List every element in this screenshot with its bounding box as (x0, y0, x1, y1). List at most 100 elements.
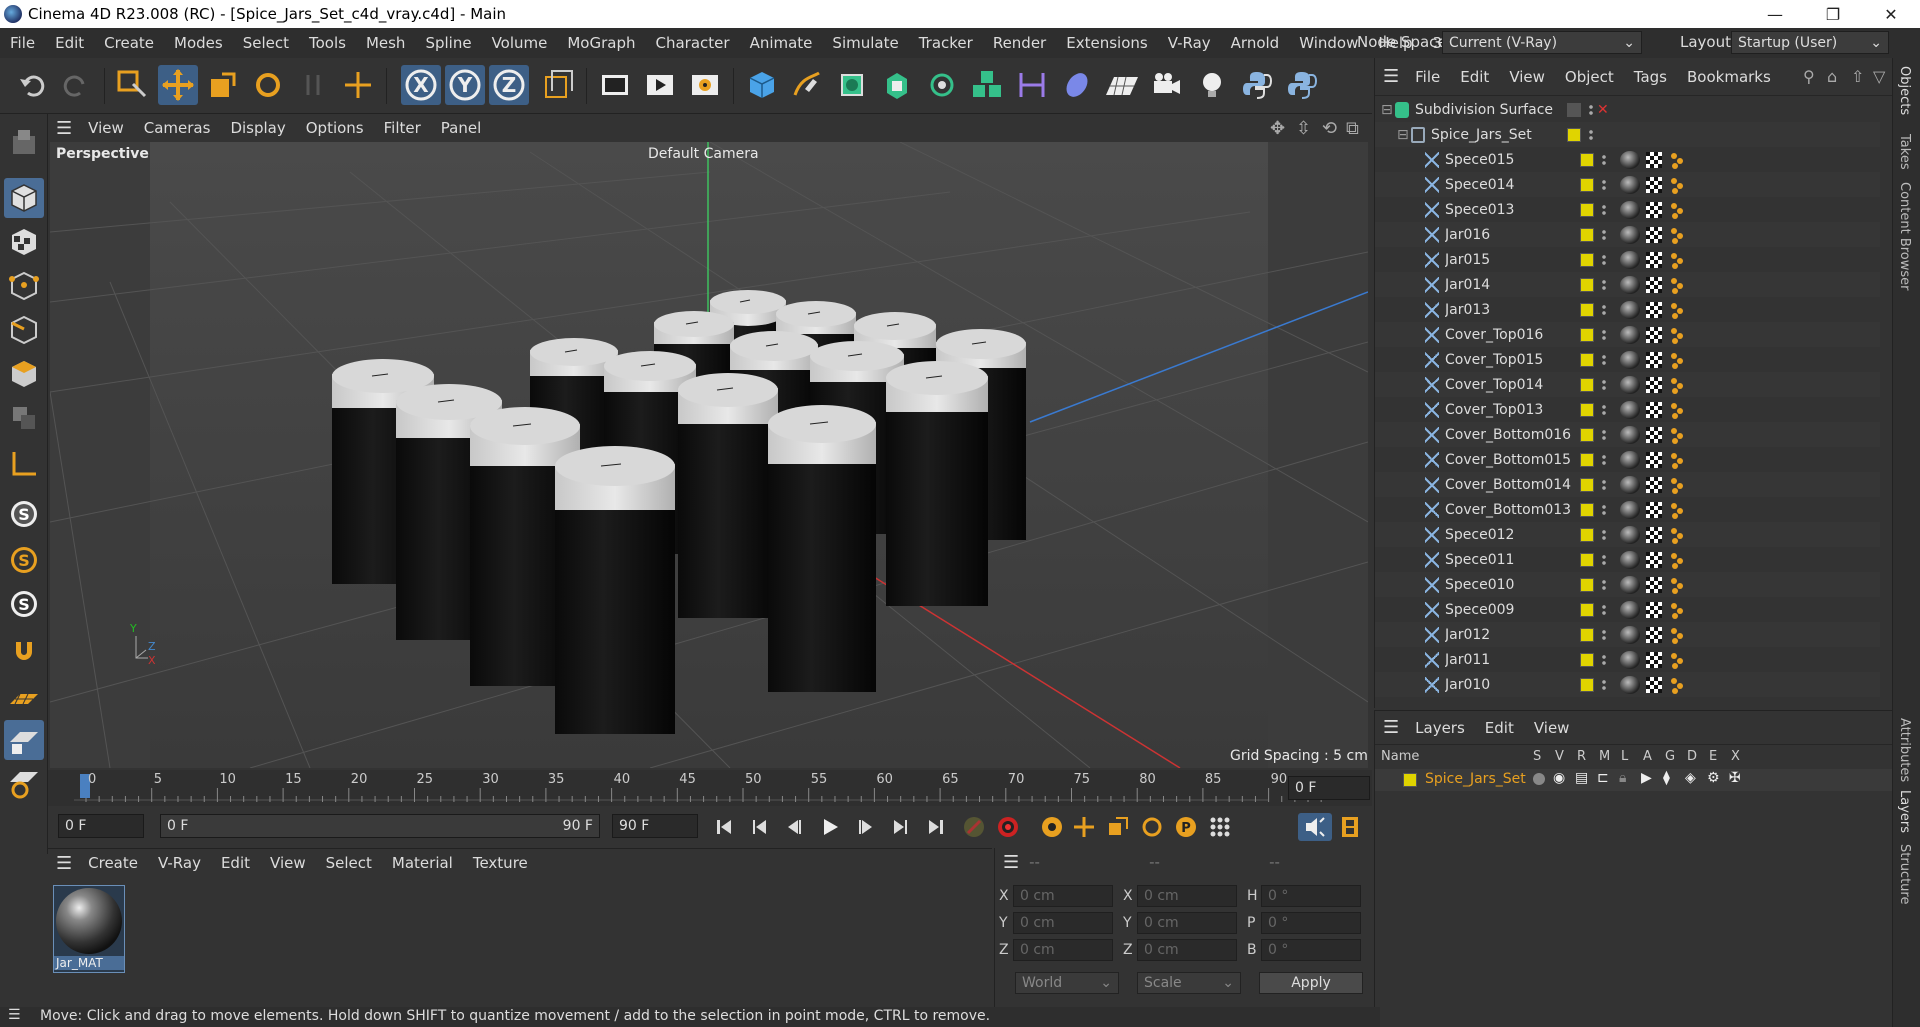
vray-tag-icon[interactable] (1668, 401, 1686, 419)
uvw-tag-icon[interactable] (1646, 326, 1662, 343)
python-script-icon[interactable] (1282, 65, 1322, 105)
check-icon[interactable]: ✕ (1597, 102, 1609, 118)
uvw-tag-icon[interactable] (1646, 426, 1662, 443)
vray-tag-icon[interactable] (1668, 176, 1686, 194)
hamburger-icon[interactable]: ☰ (56, 853, 72, 874)
object-row[interactable]: Cover_Top016 (1375, 322, 1880, 347)
deformer-icon[interactable]: ◈ (1685, 770, 1696, 786)
scale-tool-icon[interactable] (203, 65, 243, 105)
polygon-mode-icon[interactable] (4, 354, 44, 394)
visibility-dots[interactable] (1602, 552, 1606, 567)
material-tag-icon[interactable] (1620, 400, 1640, 419)
material-menu-view[interactable]: View (260, 854, 316, 872)
search-icon[interactable]: ⚲ (1803, 67, 1815, 86)
solo-toggle-icon[interactable] (1533, 773, 1545, 785)
layer-row[interactable]: Spice_Jars_Set ◉ ▤ ⊏ 🔒︎ ▶ ⧫ ◈ ⚙ ✠ (1375, 769, 1892, 791)
material-tag-icon[interactable] (1620, 550, 1640, 569)
layout-dropdown[interactable]: Startup (User) ⌄ (1731, 31, 1889, 54)
layers-menu-edit[interactable]: Edit (1475, 719, 1524, 737)
menu-character[interactable]: Character (646, 34, 740, 52)
object-row[interactable]: Cover_Bottom016 (1375, 422, 1880, 447)
vray-tag-icon[interactable] (1668, 576, 1686, 594)
vray-tag-icon[interactable] (1668, 301, 1686, 319)
object-row[interactable]: Spece011 (1375, 547, 1880, 572)
apply-button[interactable]: Apply (1259, 972, 1363, 994)
object-row[interactable]: Cover_Bottom014 (1375, 472, 1880, 497)
visibility-dots[interactable] (1602, 677, 1606, 692)
visibility-dots[interactable] (1602, 527, 1606, 542)
uvw-tag-icon[interactable] (1646, 626, 1662, 643)
uvw-tag-icon[interactable] (1646, 451, 1662, 468)
visibility-dots[interactable] (1589, 127, 1593, 142)
object-row[interactable]: Jar015 (1375, 247, 1880, 272)
key-pla-icon[interactable] (1206, 813, 1234, 841)
key-scale-icon[interactable] (1104, 813, 1132, 841)
uvw-tag-icon[interactable] (1646, 376, 1662, 393)
vray-tag-icon[interactable] (1668, 601, 1686, 619)
coord-field[interactable]: 0 cm (1137, 939, 1237, 961)
object-menu-bookmarks[interactable]: Bookmarks (1677, 68, 1781, 86)
coord-field[interactable]: 0 ° (1261, 939, 1361, 961)
uvw-tag-icon[interactable] (1646, 226, 1662, 243)
material-tag-icon[interactable] (1620, 275, 1640, 294)
viewport-move-icon[interactable]: ✥ (1270, 118, 1285, 139)
model-mode-icon[interactable] (4, 178, 44, 218)
rotate-tool-icon[interactable] (248, 65, 288, 105)
menu-file[interactable]: File (0, 34, 45, 52)
manager-icon[interactable]: ⊏ (1597, 770, 1609, 786)
object-row[interactable]: ⊟ Subdivision Surface ✕ (1375, 97, 1880, 122)
end-frame-field[interactable]: 90 F (612, 814, 698, 838)
mograph-cubes-icon[interactable] (967, 65, 1007, 105)
timeline-ruler[interactable]: 0 5 10 15 20 25 30 35 40 45 50 55 60 65 70 75 80 85 90 0 F (48, 770, 1372, 806)
material-tag-icon[interactable] (1620, 650, 1640, 669)
vray-tag-icon[interactable] (1668, 651, 1686, 669)
vray-tag-icon[interactable] (1668, 676, 1686, 694)
visibility-dots[interactable] (1602, 152, 1606, 167)
visibility-dots[interactable] (1602, 452, 1606, 467)
object-row[interactable]: Spece010 (1375, 572, 1880, 597)
visibility-dots[interactable] (1602, 352, 1606, 367)
minimize-button[interactable]: — (1746, 0, 1804, 28)
recent-tool-icon[interactable] (293, 65, 333, 105)
vray-tag-icon[interactable] (1668, 201, 1686, 219)
vray-tag-icon[interactable] (1668, 451, 1686, 469)
material-tag-icon[interactable] (1620, 425, 1640, 444)
viewport-maximize-icon[interactable]: ⧉ (1346, 118, 1359, 139)
layer-name[interactable]: Spice_Jars_Set (1425, 771, 1526, 787)
viewport-menu-view[interactable]: View (78, 119, 134, 137)
visibility-dots[interactable] (1602, 577, 1606, 592)
tab-structure[interactable]: Structure (1897, 844, 1912, 904)
hamburger-icon[interactable]: ☰ (1003, 852, 1019, 873)
keyframe-selection-icon[interactable] (1038, 813, 1066, 841)
coord-field[interactable]: 0 cm (1137, 912, 1237, 934)
hamburger-icon[interactable]: ☰ (1383, 717, 1399, 738)
object-row[interactable]: Spece015 (1375, 147, 1880, 172)
previous-key-icon[interactable] (746, 813, 774, 841)
snap-icon[interactable] (4, 632, 44, 672)
menu-simulate[interactable]: Simulate (822, 34, 908, 52)
object-menu-file[interactable]: File (1405, 68, 1450, 86)
viewport-menu-options[interactable]: Options (296, 119, 374, 137)
material-tag-icon[interactable] (1620, 200, 1640, 219)
vray-tag-icon[interactable] (1668, 226, 1686, 244)
mograph-cloner-icon[interactable] (922, 65, 962, 105)
python-icon[interactable] (1237, 65, 1277, 105)
menu-create[interactable]: Create (94, 34, 164, 52)
expression-icon[interactable]: ⚙ (1707, 770, 1720, 786)
vray-tag-icon[interactable] (1668, 151, 1686, 169)
goto-start-icon[interactable] (710, 813, 738, 841)
visibility-dots[interactable] (1602, 377, 1606, 392)
object-row[interactable]: Cover_Top014 (1375, 372, 1880, 397)
coordinate-system-icon[interactable] (538, 65, 578, 105)
home-icon[interactable]: ⌂ (1827, 67, 1837, 86)
viewport-menu-cameras[interactable]: Cameras (134, 119, 221, 137)
tab-content-browser[interactable]: Content Browser (1897, 182, 1912, 291)
render-settings-icon[interactable] (685, 65, 725, 105)
status-hamburger-icon[interactable]: ☰ (8, 1007, 21, 1023)
viewport-camera-label[interactable]: Default Camera (648, 146, 759, 162)
material-tag-icon[interactable] (1620, 625, 1640, 644)
previous-frame-icon[interactable] (780, 813, 808, 841)
visibility-dots[interactable] (1602, 277, 1606, 292)
sound-icon[interactable] (1298, 813, 1332, 841)
menu-arnold[interactable]: Arnold (1221, 34, 1290, 52)
